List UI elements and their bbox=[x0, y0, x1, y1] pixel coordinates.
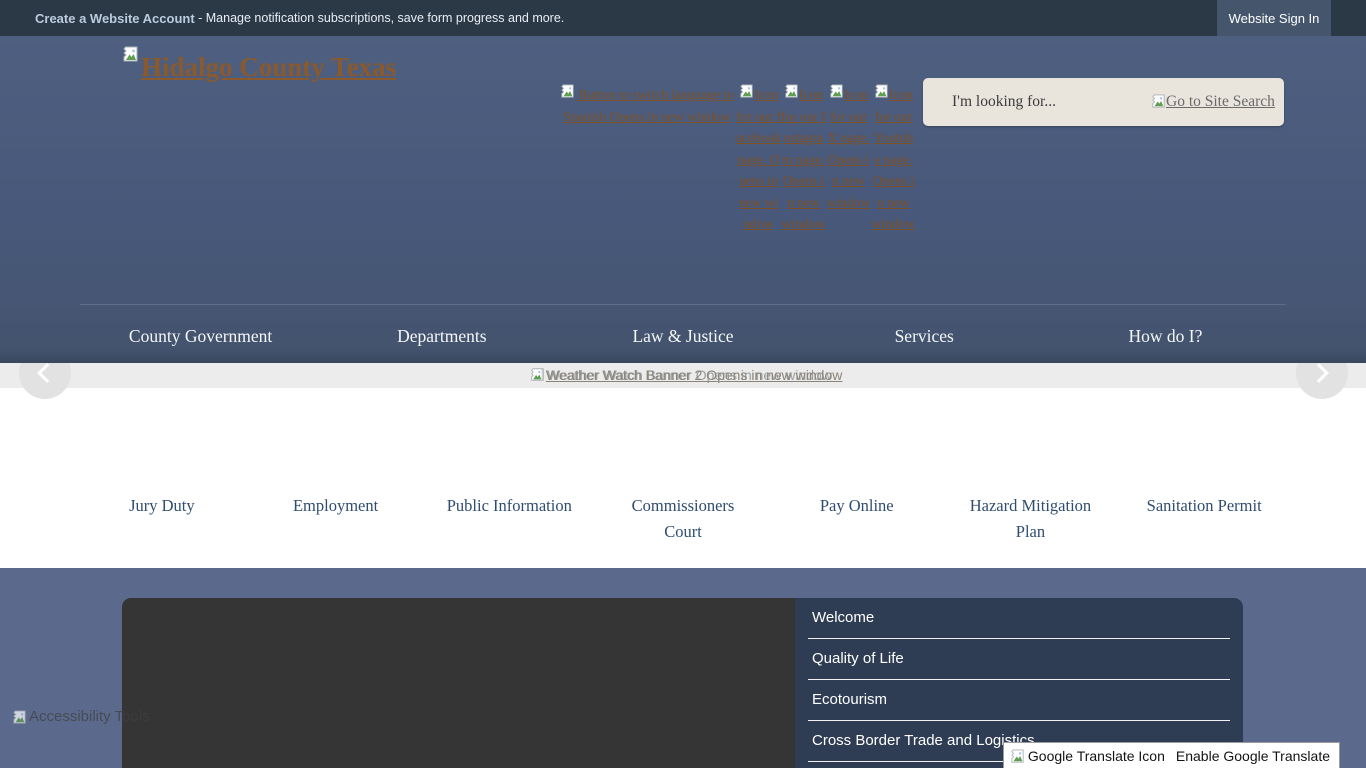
youtube-alt-text: Icon for our Youtube page. Opens in new … bbox=[872, 87, 916, 231]
search-button-alt-text: Go to Site Search bbox=[1166, 93, 1275, 110]
search-submit-button[interactable]: Go to Site Search bbox=[1151, 93, 1275, 111]
youtube-icon bbox=[874, 84, 889, 98]
content-media-box bbox=[122, 598, 795, 768]
sidebar-item-welcome[interactable]: Welcome bbox=[795, 598, 1243, 639]
facebook-icon bbox=[739, 84, 754, 98]
top-utility-bar: Create a Website Account - Manage notifi… bbox=[0, 0, 1366, 36]
logo-alt-text: Hidalgo County Texas bbox=[141, 52, 396, 82]
search-icon bbox=[1151, 94, 1166, 108]
quick-link-public-information[interactable]: Public Information bbox=[422, 493, 596, 545]
youtube-link[interactable]: Icon for our Youtube page. Opens in new … bbox=[871, 84, 916, 235]
broken-image-icon bbox=[122, 46, 139, 62]
quick-link-sanitation-permit[interactable]: Sanitation Permit bbox=[1117, 493, 1291, 545]
accessibility-tools-button[interactable]: Accessibility Tools bbox=[12, 708, 150, 725]
quick-link-commissioners-court[interactable]: Commissioners Court bbox=[596, 493, 770, 545]
nav-how-do-i[interactable]: How do I? bbox=[1045, 310, 1286, 363]
quick-link-hazard-mitigation-plan[interactable]: Hazard Mitigation Plan bbox=[944, 493, 1118, 545]
main-navigation: County Government Departments Law & Just… bbox=[0, 310, 1366, 363]
site-logo-link[interactable]: Hidalgo County Texas bbox=[122, 52, 396, 83]
x-alt-text: Icon for our X page. Opens in new window bbox=[827, 87, 871, 210]
header-divider bbox=[80, 304, 1286, 305]
welcome-section: Welcome Quality of Life Ecotourism Cross… bbox=[0, 568, 1366, 768]
broken-image-icon bbox=[560, 84, 575, 98]
nav-departments[interactable]: Departments bbox=[321, 310, 562, 363]
quick-link-jury-duty[interactable]: Jury Duty bbox=[75, 493, 249, 545]
weather-banner-slide-2[interactable]: Weather Watch Banner 2 Opens in new wind… bbox=[530, 367, 843, 383]
google-translate-icon bbox=[1010, 749, 1025, 763]
instagram-link[interactable]: Icon for our Instagram page. Opens in ne… bbox=[781, 84, 826, 235]
nav-services[interactable]: Services bbox=[804, 310, 1045, 363]
quick-link-employment[interactable]: Employment bbox=[249, 493, 423, 545]
chevron-left-icon bbox=[37, 363, 57, 383]
facebook-alt-text: Icon for our facebook page. Opens in new… bbox=[736, 87, 781, 231]
create-account-link[interactable]: Create a Website Account bbox=[35, 11, 195, 26]
quick-links-row: Jury Duty Employment Public Information … bbox=[75, 493, 1291, 545]
translate-label: Enable Google Translate bbox=[1176, 748, 1330, 764]
google-translate-button[interactable]: Google Translate Icon Enable Google Tran… bbox=[1003, 742, 1340, 768]
header-social-links: Button to switch language to Spanish Ope… bbox=[558, 84, 928, 235]
account-tagline: - Manage notification subscriptions, sav… bbox=[195, 11, 565, 25]
nav-law-justice[interactable]: Law & Justice bbox=[562, 310, 803, 363]
quick-link-pay-online[interactable]: Pay Online bbox=[770, 493, 944, 545]
accessibility-label: Accessibility Tools bbox=[29, 708, 150, 725]
quick-links-section: Jury Duty Employment Public Information … bbox=[0, 388, 1366, 568]
spanish-language-button[interactable]: Button to switch language to Spanish Ope… bbox=[558, 84, 736, 127]
instagram-icon bbox=[784, 84, 799, 98]
create-account-text[interactable]: Create a Website Account - Manage notifi… bbox=[35, 0, 564, 36]
x-link[interactable]: Icon for our X page. Opens in new window bbox=[826, 84, 871, 213]
broken-image-icon bbox=[530, 368, 544, 381]
spanish-button-alt-text: Button to switch language to Spanish Ope… bbox=[563, 87, 733, 124]
facebook-link[interactable]: Icon for our facebook page. Opens in new… bbox=[736, 84, 781, 235]
instagram-alt-text: Icon for our Instagram page. Opens in ne… bbox=[781, 87, 826, 231]
site-header: Hidalgo County Texas Button to switch la… bbox=[0, 36, 1366, 363]
website-sign-in-button[interactable]: Website Sign In bbox=[1217, 0, 1331, 36]
sidebar-item-ecotourism[interactable]: Ecotourism bbox=[795, 680, 1243, 721]
translate-icon-alt-text: Google Translate Icon bbox=[1028, 748, 1165, 764]
slide-2-alt-text: Weather Watch Banner 2 Opens in new wind… bbox=[546, 367, 843, 383]
hero-carousel: Weather Watch Banner Opens in new window… bbox=[0, 363, 1366, 388]
sidebar-item-quality-of-life[interactable]: Quality of Life bbox=[795, 639, 1243, 680]
site-search-box: Go to Site Search bbox=[923, 78, 1284, 126]
x-icon bbox=[829, 84, 844, 98]
search-input[interactable] bbox=[923, 78, 1151, 126]
nav-county-government[interactable]: County Government bbox=[80, 310, 321, 363]
accessibility-icon bbox=[12, 710, 27, 724]
chevron-right-icon bbox=[1309, 363, 1329, 383]
